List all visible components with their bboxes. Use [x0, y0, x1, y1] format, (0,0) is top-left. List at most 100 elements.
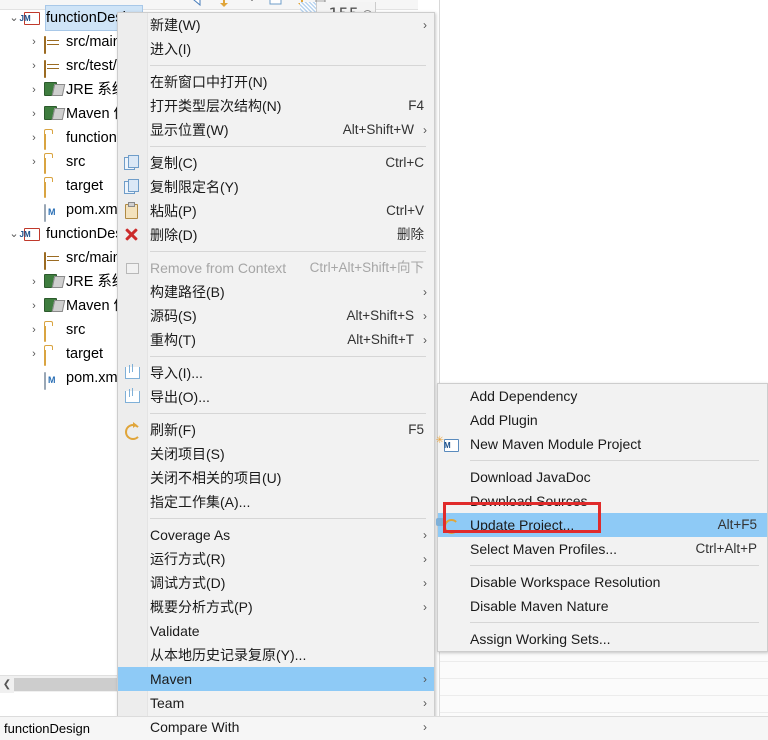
- chevron-right-icon[interactable]: ›: [28, 150, 40, 174]
- folder-icon: [44, 156, 46, 174]
- menu-item-validate[interactable]: Validate: [118, 619, 434, 643]
- chevron-right-icon: ›: [423, 600, 427, 614]
- chevron-right-icon[interactable]: ›: [28, 54, 40, 78]
- chevron-down-icon[interactable]: ⌄: [8, 222, 20, 246]
- chevron-right-icon[interactable]: ›: [28, 270, 40, 294]
- menu-item-label: Select Maven Profiles...: [470, 541, 618, 557]
- menu-item-label: 打开类型层次结构(N): [150, 98, 282, 114]
- menu-item-label: 显示位置(W): [150, 122, 229, 138]
- chevron-right-icon[interactable]: ›: [28, 294, 40, 318]
- menu-item-r[interactable]: 运行方式(R) ›: [118, 547, 434, 571]
- menu-item-label: Download Sources: [470, 493, 588, 509]
- maven-item-select-maven-profiles[interactable]: Select Maven Profiles... Ctrl+Alt+P: [438, 537, 767, 561]
- menu-item-remove-from-context: Remove from Context Ctrl+Alt+Shift+向下: [118, 256, 434, 280]
- menu-item-shortcut: Ctrl+V: [386, 203, 424, 218]
- menu-item-t[interactable]: 重构(T) Alt+Shift+T ›: [118, 328, 434, 352]
- chevron-right-icon[interactable]: ›: [28, 78, 40, 102]
- menu-item-label: 运行方式(R): [150, 551, 226, 567]
- menu-item-s[interactable]: 关闭项目(S): [118, 442, 434, 466]
- menu-item-shortcut: F4: [408, 98, 424, 113]
- menu-item-label: 导入(I)...: [150, 365, 203, 381]
- remove-context-icon: [124, 260, 141, 276]
- menu-item-a[interactable]: 指定工作集(A)...: [118, 490, 434, 514]
- menu-item-label: 从本地历史记录复原(Y)...: [150, 647, 307, 663]
- menu-separator: [150, 518, 426, 519]
- maven-item-add-plugin[interactable]: Add Plugin: [438, 408, 767, 432]
- editor-row: [440, 679, 768, 696]
- menu-item-label: Compare With: [150, 719, 240, 735]
- menu-item-o[interactable]: 导出(O)...: [118, 385, 434, 409]
- menu-item-p[interactable]: 粘贴(P) Ctrl+V: [118, 199, 434, 223]
- menu-item-f[interactable]: 刷新(F) F5: [118, 418, 434, 442]
- menu-item-label: 指定工作集(A)...: [150, 494, 251, 510]
- menu-item-c[interactable]: 复制(C) Ctrl+C: [118, 151, 434, 175]
- refresh-icon: [124, 422, 141, 438]
- maven-item-assign-working-sets[interactable]: Assign Working Sets...: [438, 627, 767, 651]
- menu-item-label: 概要分析方式(P): [150, 599, 253, 615]
- tree-item-label: target: [66, 346, 104, 362]
- maven-item-download-javadoc[interactable]: Download JavaDoc: [438, 465, 767, 489]
- menu-item-label: Validate: [150, 623, 200, 639]
- menu-item-s[interactable]: 源码(S) Alt+Shift+S ›: [118, 304, 434, 328]
- menu-item-d[interactable]: 删除(D) 删除: [118, 223, 434, 247]
- menu-item-team[interactable]: Team ›: [118, 691, 434, 715]
- chevron-right-icon: ›: [423, 333, 427, 347]
- chevron-right-icon[interactable]: ›: [28, 342, 40, 366]
- copy-icon: [124, 155, 141, 171]
- maven-item-update-project[interactable]: Update Project... Alt+F5: [438, 513, 767, 537]
- xml-file-icon: [44, 204, 46, 222]
- menu-item-p[interactable]: 概要分析方式(P) ›: [118, 595, 434, 619]
- maven-item-add-dependency[interactable]: Add Dependency: [438, 384, 767, 408]
- paste-icon: [124, 203, 141, 219]
- menu-item-label: 关闭不相关的项目(U): [150, 470, 282, 486]
- menu-item-compare-with[interactable]: Compare With ›: [118, 715, 434, 739]
- menu-item-y[interactable]: 从本地历史记录复原(Y)...: [118, 643, 434, 667]
- maven-submenu[interactable]: Add Dependency Add Plugin ✳ New Maven Modul…: [435, 383, 768, 652]
- menu-separator: [150, 65, 426, 66]
- menu-separator: [150, 146, 426, 147]
- menu-item-i[interactable]: 进入(I): [118, 37, 434, 61]
- menu-item-label: 源码(S): [150, 308, 197, 324]
- menu-item-d[interactable]: 调试方式(D) ›: [118, 571, 434, 595]
- tree-item-label: pom.xml: [66, 202, 121, 218]
- menu-item-y[interactable]: 复制限定名(Y): [118, 175, 434, 199]
- menu-item-label: 刷新(F): [150, 422, 196, 438]
- maven-item-disable-maven-nature[interactable]: Disable Maven Nature: [438, 594, 767, 618]
- tree-project-label: functionDes: [46, 226, 123, 242]
- maven-item-new-maven-module-project[interactable]: ✳ New Maven Module Project: [435, 432, 767, 456]
- folder-icon: [44, 132, 46, 150]
- chevron-right-icon[interactable]: ›: [28, 30, 40, 54]
- menu-item-n[interactable]: 打开类型层次结构(N) F4: [118, 94, 434, 118]
- menu-item-i[interactable]: 导入(I)...: [118, 361, 434, 385]
- menu-item-shortcut: Alt+Shift+S: [346, 308, 414, 323]
- menu-item-label: Disable Workspace Resolution: [470, 574, 661, 590]
- menu-item-maven[interactable]: Maven ›: [118, 667, 434, 691]
- maven-item-disable-workspace-resolution[interactable]: Disable Workspace Resolution: [438, 570, 767, 594]
- menu-separator: [470, 622, 759, 623]
- menu-item-u[interactable]: 关闭不相关的项目(U): [118, 466, 434, 490]
- chevron-right-icon: ›: [423, 285, 427, 299]
- menu-item-label: 关闭项目(S): [150, 446, 225, 462]
- menu-item-label: Download JavaDoc: [470, 469, 591, 485]
- chevron-right-icon: ›: [423, 552, 427, 566]
- menu-item-w[interactable]: 新建(W) ›: [118, 13, 434, 37]
- menu-item-n[interactable]: 在新窗口中打开(N): [118, 70, 434, 94]
- package-icon: [44, 36, 46, 54]
- chevron-right-icon: ›: [423, 528, 427, 542]
- menu-item-w[interactable]: 显示位置(W) Alt+Shift+W ›: [118, 118, 434, 142]
- folder-icon: [44, 180, 46, 198]
- project-context-menu[interactable]: 新建(W) › 进入(I) 在新窗口中打开(N) 打开类型层次结构(N) F4 显示位置(W…: [117, 12, 435, 740]
- menu-item-b[interactable]: 构建路径(B) ›: [118, 280, 434, 304]
- menu-item-label: 调试方式(D): [150, 575, 226, 591]
- chevron-down-icon[interactable]: ⌄: [8, 6, 20, 30]
- menu-item-coverage-as[interactable]: Coverage As ›: [118, 523, 434, 547]
- chevron-right-icon[interactable]: ›: [28, 318, 40, 342]
- chevron-right-icon[interactable]: ›: [28, 102, 40, 126]
- maven-item-download-sources[interactable]: Download Sources: [438, 489, 767, 513]
- menu-item-label: 导出(O)...: [150, 389, 210, 405]
- chevron-right-icon[interactable]: ›: [28, 126, 40, 150]
- editor-bottom-rows: [440, 645, 768, 716]
- new-maven-module-icon: ✳: [435, 435, 444, 446]
- scroll-left-button[interactable]: ❮: [0, 676, 14, 693]
- chevron-right-icon: ›: [423, 720, 427, 734]
